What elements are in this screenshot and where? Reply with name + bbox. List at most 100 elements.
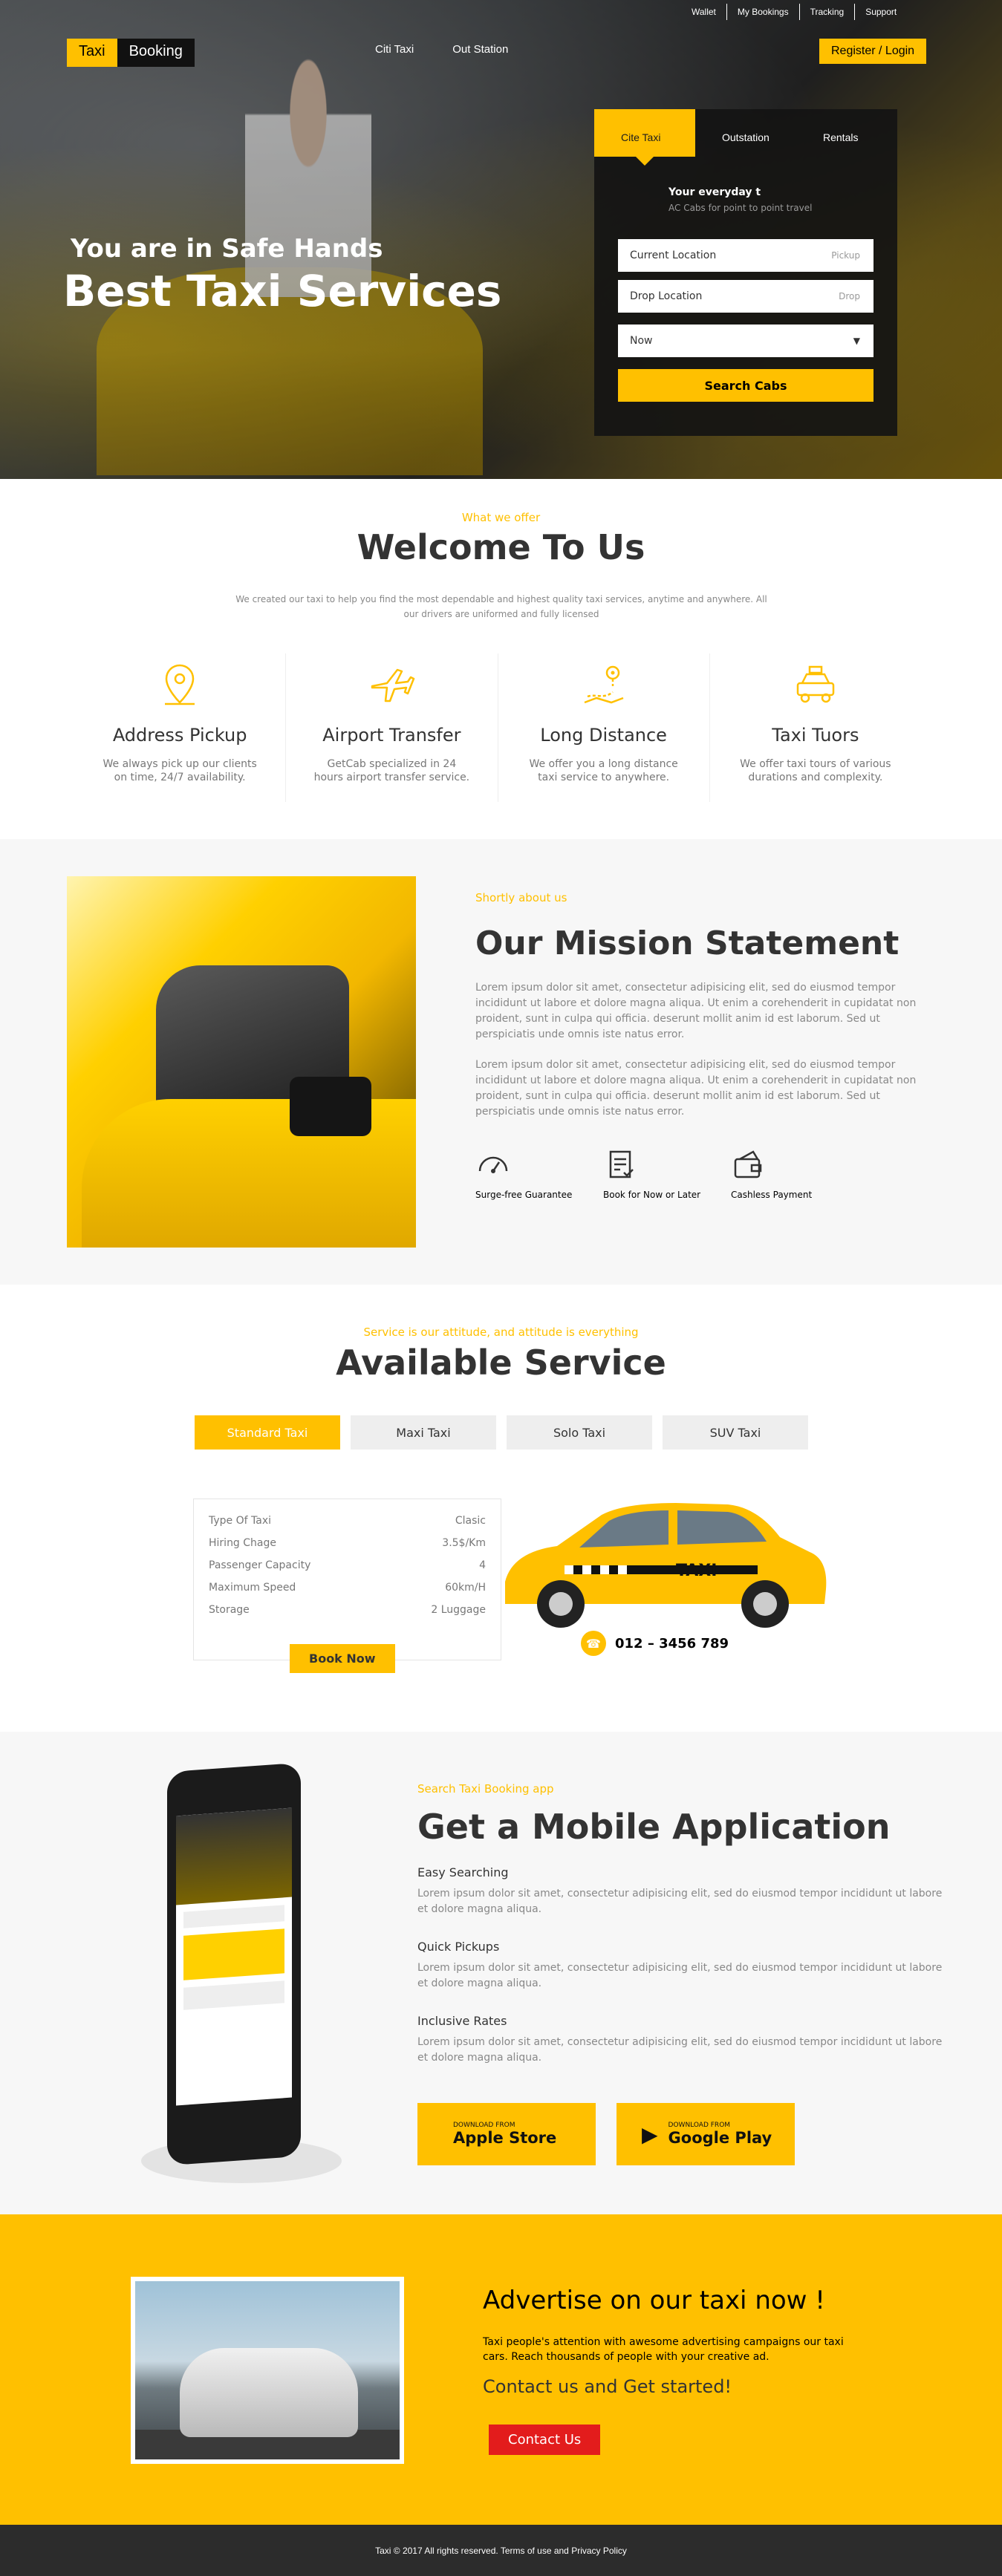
- footer: Taxi © 2017 All rights reserved. Terms o…: [0, 2525, 1002, 2576]
- service-title: Available Service: [336, 1343, 666, 1383]
- airplane-icon: [286, 653, 497, 708]
- play-icon: ▶: [642, 2122, 658, 2147]
- current-location-input[interactable]: Current Location Pickup: [618, 239, 874, 272]
- feature-airport-transfer: Airport Transfer GetCab specialized in 2…: [286, 653, 498, 802]
- mission-kicker: Shortly about us: [475, 891, 567, 904]
- spec-key: Storage: [209, 1604, 250, 1616]
- welcome-kicker: What we offer: [461, 511, 541, 524]
- feature-desc: We offer you a long distance taxi servic…: [529, 758, 678, 783]
- logo[interactable]: Taxi Booking: [67, 39, 195, 67]
- feature-address-pickup: Address Pickup We always pick up our cli…: [74, 653, 287, 802]
- location-pin-icon: [74, 653, 285, 708]
- nav-citi-taxi[interactable]: Citi Taxi: [375, 43, 414, 56]
- chevron-down-icon: ▼: [853, 336, 860, 346]
- spec-value: 2 Luggage: [431, 1604, 486, 1616]
- feature-desc: We offer taxi tours of various durations…: [740, 758, 891, 783]
- feature-desc: GetCab specialized in 24 hours airport t…: [313, 758, 470, 783]
- mission-item-book-later: Book for Now or Later: [603, 1147, 731, 1200]
- mission-paragraph-2: Lorem ipsum dolor sit amet, consectetur …: [475, 1059, 917, 1118]
- feature-desc: We always pick up our clients on time, 2…: [103, 758, 257, 783]
- booking-panel: Cite Taxi Outstation Rentals Your everyd…: [594, 109, 897, 436]
- spec-key: Maximum Speed: [209, 1582, 296, 1594]
- advertise-desc: Taxi people's attention with awesome adv…: [483, 2336, 844, 2363]
- hero-headline: Best Taxi Services: [63, 266, 502, 316]
- main-nav: Citi Taxi Out Station: [375, 43, 508, 56]
- app-feature-title: Inclusive Rates: [417, 2014, 507, 2028]
- welcome-description: We created our taxi to help you find the…: [235, 594, 767, 619]
- logo-part2: Booking: [117, 39, 195, 67]
- app-feature-desc: Lorem ipsum dolor sit amet, consectetur …: [417, 1962, 943, 1989]
- tab-standard-taxi[interactable]: Standard Taxi: [195, 1415, 340, 1450]
- mission-icon-label: Book for Now or Later: [603, 1190, 701, 1200]
- topnav-support-link[interactable]: Support: [855, 4, 907, 20]
- tab-cite-taxi[interactable]: Cite Taxi: [594, 109, 695, 166]
- logo-part1: Taxi: [67, 39, 117, 67]
- register-login-button[interactable]: Register / Login: [819, 39, 927, 64]
- contact-us-button[interactable]: Contact Us: [489, 2425, 601, 2455]
- tab-maxi-taxi[interactable]: Maxi Taxi: [351, 1415, 496, 1450]
- book-now-button[interactable]: Book Now: [290, 1644, 395, 1673]
- nav-out-station[interactable]: Out Station: [452, 43, 508, 56]
- mission-title: Our Mission Statement: [475, 925, 899, 962]
- spec-key: Type Of Taxi: [209, 1515, 271, 1527]
- store-small-label: DOWNLOAD FROM: [453, 2122, 515, 2129]
- topnav-tracking-link[interactable]: Tracking: [800, 4, 856, 20]
- when-select[interactable]: Now ▼: [618, 325, 874, 357]
- advertise-title: Advertise on our taxi now !: [483, 2286, 825, 2315]
- service-tabs: Standard Taxi Maxi Taxi Solo Taxi SUV Ta…: [195, 1415, 808, 1450]
- topnav-bookings-link[interactable]: My Bookings: [727, 4, 800, 20]
- tab-rentals[interactable]: Rentals: [796, 109, 897, 157]
- topnav-wallet-link[interactable]: Wallet: [681, 4, 727, 20]
- checklist-icon: [609, 1150, 634, 1178]
- taxi-car-icon: [710, 653, 921, 708]
- speedometer-icon: [478, 1156, 508, 1173]
- welcome-title: Welcome To Us: [357, 527, 645, 567]
- booking-subtitle: AC Cabs for point to point travel: [668, 203, 813, 213]
- current-location-value: Current Location: [630, 250, 717, 261]
- tab-suv-taxi[interactable]: SUV Taxi: [663, 1415, 808, 1450]
- spec-value: Clasic: [455, 1515, 486, 1527]
- drop-location-value: Drop Location: [630, 290, 703, 302]
- taxi-car-label: TAXI: [676, 1562, 717, 1580]
- hero-section: Wallet My Bookings Tracking Support Taxi…: [0, 0, 1002, 479]
- when-value: Now: [630, 335, 653, 347]
- features-row: Address Pickup We always pick up our cli…: [74, 653, 921, 802]
- route-map-icon: [498, 653, 709, 708]
- phone-icon: ☎: [581, 1631, 606, 1656]
- mission-icon-label: Surge-free Guarantee: [475, 1190, 573, 1200]
- app-feature-title: Quick Pickups: [417, 1940, 500, 1954]
- store-big-label: Apple Store: [453, 2129, 557, 2147]
- service-phone[interactable]: ☎ 012 – 3456 789: [581, 1631, 729, 1656]
- mission-paragraph-1: Lorem ipsum dolor sit amet, consectetur …: [475, 982, 917, 1040]
- footer-copyright: Taxi © 2017 All rights reserved. Terms o…: [375, 2545, 627, 2556]
- app-feature-title: Easy Searching: [417, 1865, 509, 1879]
- spec-row: Storage 2 Luggage: [209, 1599, 486, 1621]
- app-feature-desc: Lorem ipsum dolor sit amet, consectetur …: [417, 1888, 943, 1915]
- spec-row: Maximum Speed 60km/H: [209, 1576, 486, 1599]
- phone-mockup-image: [167, 1762, 301, 2166]
- spec-row: Passenger Capacity 4: [209, 1554, 486, 1576]
- tab-outstation[interactable]: Outstation: [695, 109, 796, 157]
- taxi-car-image: TAXI: [505, 1503, 827, 1628]
- advertise-subtitle: Contact us and Get started!: [483, 2376, 732, 2397]
- app-kicker: Search Taxi Booking app: [417, 1782, 554, 1796]
- drop-location-input[interactable]: Drop Location Drop: [618, 280, 874, 313]
- advertise-car-image: [131, 2277, 404, 2464]
- tab-solo-taxi[interactable]: Solo Taxi: [507, 1415, 652, 1450]
- feature-title: Airport Transfer: [322, 725, 461, 746]
- spec-row: Type Of Taxi Clasic: [209, 1510, 486, 1532]
- service-spec-table: Type Of Taxi Clasic Hiring Chage 3.5$/Km P…: [193, 1499, 501, 1660]
- spec-row: Hiring Chage 3.5$/Km: [209, 1532, 486, 1554]
- mission-taxi-image: [67, 876, 416, 1248]
- search-cabs-button[interactable]: Search Cabs: [618, 369, 874, 402]
- wallet-icon: [734, 1150, 762, 1178]
- app-title: Get a Mobile Application: [417, 1807, 891, 1847]
- service-kicker: Service is our attitude, and attitude is…: [363, 1326, 639, 1339]
- mission-icons: Surge-free Guarantee Book for Now or Lat…: [475, 1147, 859, 1200]
- store-big-label: Google Play: [668, 2129, 772, 2147]
- mission-item-surge-free: Surge-free Guarantee: [475, 1147, 603, 1200]
- feature-title: Address Pickup: [112, 725, 247, 746]
- phone-number: 012 – 3456 789: [615, 1635, 729, 1651]
- google-play-button[interactable]: ▶ DOWNLOAD FROM Google Play: [617, 2103, 795, 2165]
- apple-store-button[interactable]: DOWNLOAD FROM Apple Store: [417, 2103, 596, 2165]
